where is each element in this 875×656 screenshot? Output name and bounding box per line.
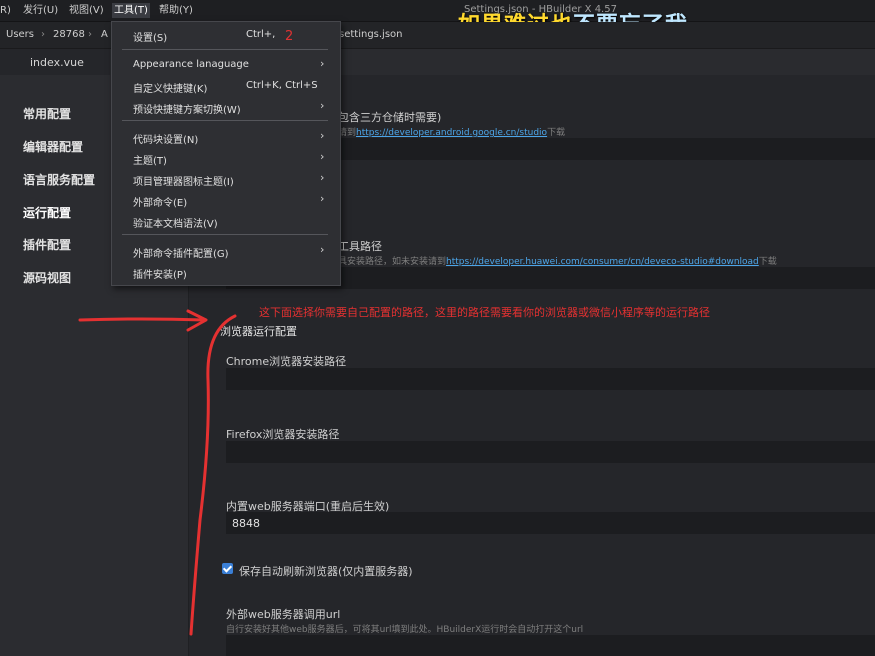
menu-separator <box>122 120 328 121</box>
submenu-arrow-icon: › <box>320 171 325 184</box>
submenu-arrow-icon: › <box>320 129 325 142</box>
submenu-arrow-icon: › <box>320 57 325 70</box>
menu-item-external-commands[interactable]: 外部命令(E) › <box>112 190 340 210</box>
menu-separator <box>122 49 328 50</box>
menu-item-validate-syntax[interactable]: 验证本文档语法(V) <box>112 211 340 231</box>
tools-dropdown-menu: 设置(S) Ctrl+, Appearance lanaguage › 自定义快… <box>111 21 341 286</box>
menu-item-shortcut-scheme[interactable]: 预设快捷键方案切换(W) › <box>112 97 340 117</box>
submenu-arrow-icon: › <box>320 150 325 163</box>
menu-item-plugin-install[interactable]: 插件安装(P) <box>112 262 340 282</box>
menu-item-settings[interactable]: 设置(S) Ctrl+, <box>112 25 340 45</box>
submenu-arrow-icon: › <box>320 192 325 205</box>
menu-item-external-plugin-config[interactable]: 外部命令插件配置(G) › <box>112 241 340 261</box>
menu-item-theme[interactable]: 主题(T) › <box>112 148 340 168</box>
submenu-arrow-icon: › <box>320 243 325 256</box>
menu-item-snippet-settings[interactable]: 代码块设置(N) › <box>112 127 340 147</box>
menu-item-project-icon-theme[interactable]: 项目管理器图标主题(I) › <box>112 169 340 189</box>
annotation-number: 2 <box>285 29 294 44</box>
submenu-arrow-icon: › <box>320 99 325 112</box>
menu-item-custom-shortcuts[interactable]: 自定义快捷键(K) Ctrl+K, Ctrl+S <box>112 76 340 96</box>
menu-separator <box>122 234 328 235</box>
menu-item-appearance-language[interactable]: Appearance lanaguage › <box>112 55 340 75</box>
